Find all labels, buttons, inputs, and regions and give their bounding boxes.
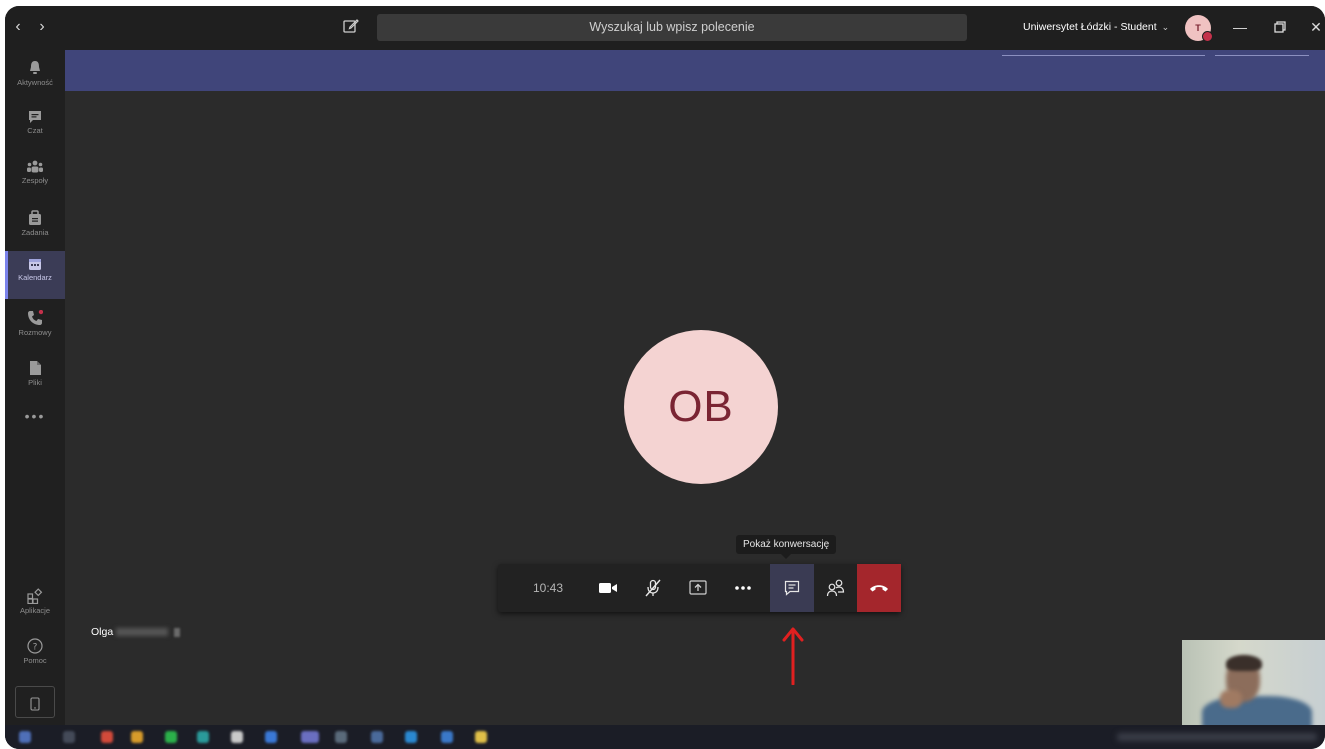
- rail-item-activity[interactable]: Aktywność: [5, 54, 65, 100]
- organization-label: Uniwersytet Łódzki - Student: [1023, 21, 1157, 33]
- rail-item-files[interactable]: Pliki: [5, 354, 65, 400]
- rail-item-device[interactable]: [5, 686, 65, 720]
- show-conversation-button[interactable]: [770, 564, 814, 612]
- app-bar: Aktywność Czat Zespoły Zadania Kalendarz…: [5, 50, 65, 749]
- teams-icon: [27, 160, 43, 173]
- rail-item-teams[interactable]: Zespoły: [5, 154, 65, 200]
- svg-text:?: ?: [33, 643, 38, 653]
- organization-switcher[interactable]: Uniwersytet Łódzki - Student ⌄: [1023, 21, 1169, 33]
- taskbar-app-icon[interactable]: [131, 731, 143, 743]
- close-icon[interactable]: ✕: [1307, 18, 1325, 36]
- help-icon: ?: [27, 638, 43, 654]
- more-actions-button[interactable]: [723, 568, 763, 608]
- rail-label: Aplikacje: [19, 606, 50, 615]
- rail-label: Rozmowy: [18, 328, 52, 337]
- participants-button[interactable]: [816, 568, 856, 608]
- rail-label: Kalendarz: [18, 273, 52, 282]
- rail-label: Aktywność: [17, 78, 53, 87]
- rail-label: Zespoły: [21, 176, 49, 185]
- status-dot: [1202, 31, 1213, 42]
- rail-label: Pliki: [28, 378, 42, 387]
- show-conversation-tooltip: Pokaż konwersację: [736, 535, 837, 559]
- teams-window: ‹ › Wyszukaj lub wpisz polecenie Uniwers…: [5, 6, 1325, 749]
- phone-icon: [28, 310, 43, 325]
- forward-arrow-icon[interactable]: ›: [33, 18, 51, 36]
- taskbar-app-icon[interactable]: [197, 731, 209, 743]
- taskbar-app-icon[interactable]: [475, 731, 487, 743]
- start-icon[interactable]: [19, 731, 31, 743]
- rail-label: Czat: [27, 126, 43, 135]
- back-arrow-icon[interactable]: ‹: [9, 18, 27, 36]
- mic-status-icon: [174, 627, 181, 637]
- taskbar-app-icon[interactable]: [405, 731, 417, 743]
- rail-label: Pomoc: [23, 656, 47, 665]
- mute-button[interactable]: [633, 568, 673, 608]
- taskbar-app-icon[interactable]: [231, 731, 243, 743]
- more-icon: [735, 586, 751, 590]
- rail-item-chat[interactable]: Czat: [5, 104, 65, 150]
- assignments-icon: [29, 210, 41, 225]
- system-tray: [1117, 733, 1317, 741]
- taskbar-app-icon[interactable]: [101, 731, 113, 743]
- microphone-off-icon: [645, 579, 661, 597]
- chevron-down-icon: ⌄: [1161, 22, 1170, 32]
- more-apps-icon[interactable]: •••: [5, 408, 65, 424]
- os-taskbar: [5, 725, 1325, 749]
- rail-item-assignments[interactable]: Zadania: [5, 204, 65, 250]
- participant-avatar: OB: [624, 330, 778, 484]
- rail-item-calendar[interactable]: Kalendarz: [5, 251, 65, 299]
- taskbar-app-icon[interactable]: [335, 731, 347, 743]
- taskbar-app-icon[interactable]: [165, 731, 177, 743]
- compose-icon[interactable]: [342, 17, 362, 37]
- participant-first-name: Olga: [91, 626, 114, 638]
- share-screen-button[interactable]: [678, 568, 718, 608]
- hang-up-icon: [870, 585, 888, 592]
- rail-item-help[interactable]: ? Pomoc: [5, 632, 65, 678]
- share-screen-icon: [689, 580, 707, 595]
- rail-label: Zadania: [21, 228, 49, 237]
- participants-icon: [826, 579, 845, 597]
- chat-icon: [29, 111, 41, 123]
- mobile-device-icon: [30, 697, 40, 711]
- header-divider: [1002, 55, 1205, 56]
- calendar-icon: [29, 259, 41, 270]
- header-divider: [1215, 55, 1309, 56]
- hang-up-button[interactable]: [857, 564, 901, 612]
- participant-name-label: Olga: [91, 626, 181, 638]
- search-icon[interactable]: [63, 731, 75, 743]
- red-arrow-annotation: [782, 627, 804, 685]
- teams-taskbar-icon[interactable]: [301, 731, 319, 743]
- user-avatar[interactable]: T: [1185, 15, 1213, 42]
- maximize-icon[interactable]: [1271, 18, 1289, 37]
- avatar-initial: T: [1195, 23, 1201, 33]
- call-duration: 10:43: [532, 581, 564, 595]
- search-input[interactable]: Wyszukaj lub wpisz polecenie: [377, 14, 967, 41]
- rail-item-apps[interactable]: Aplikacje: [5, 582, 65, 628]
- rail-item-calls[interactable]: Rozmowy: [5, 304, 65, 350]
- taskbar-app-icon[interactable]: [371, 731, 383, 743]
- file-icon: [29, 361, 41, 375]
- apps-icon: [27, 588, 43, 604]
- title-bar: ‹ › Wyszukaj lub wpisz polecenie Uniwers…: [5, 6, 1325, 50]
- call-controls-bar: 10:43: [498, 564, 901, 612]
- taskbar-app-icon[interactable]: [265, 731, 277, 743]
- video-camera-icon: [599, 583, 617, 593]
- meeting-header-banner: [65, 50, 1325, 91]
- redacted-surname: [116, 628, 169, 637]
- self-video-preview[interactable]: [1182, 640, 1325, 726]
- minimize-icon[interactable]: —: [1231, 18, 1249, 36]
- camera-button[interactable]: [588, 568, 628, 608]
- conversation-icon: [784, 580, 800, 596]
- bell-icon: [30, 61, 40, 74]
- taskbar-app-icon[interactable]: [441, 731, 453, 743]
